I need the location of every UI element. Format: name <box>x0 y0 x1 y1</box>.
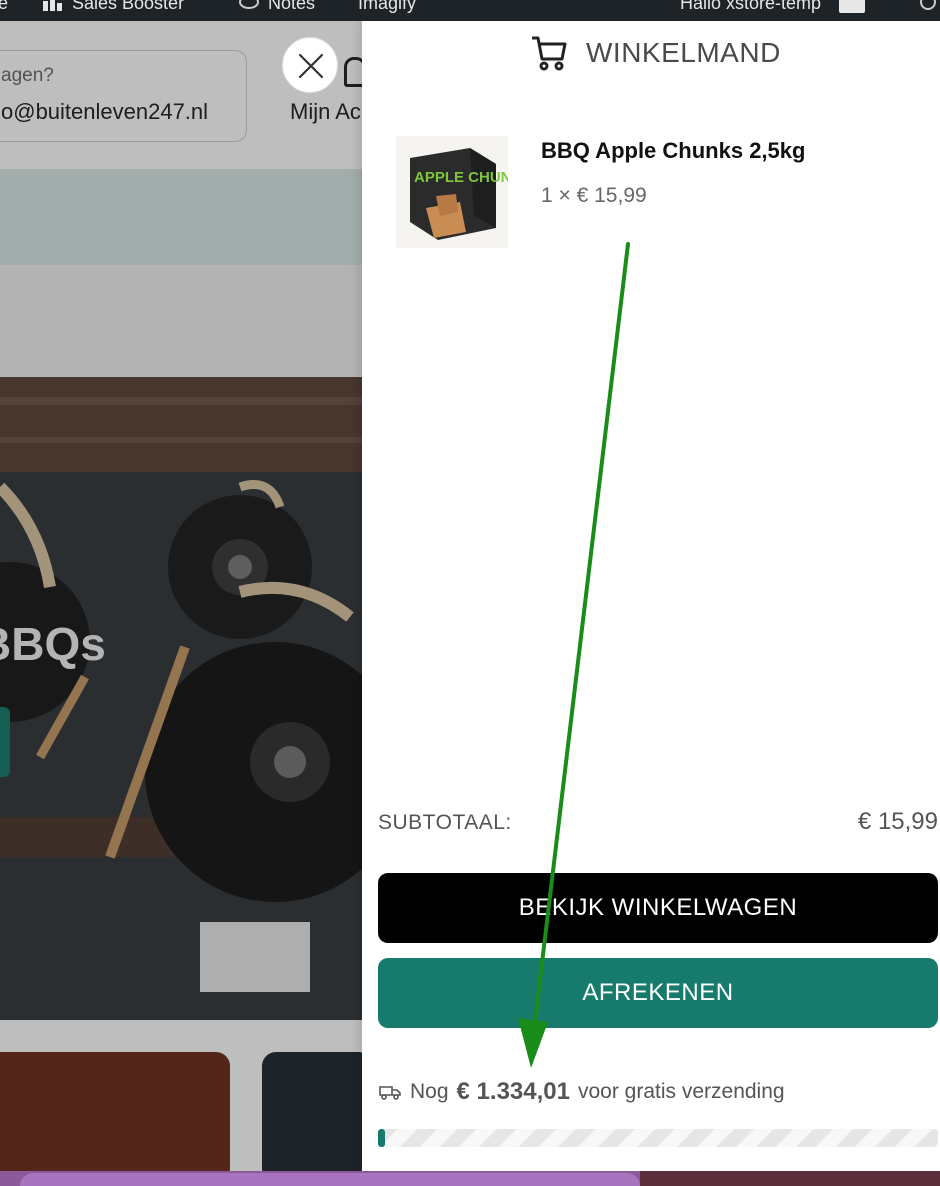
search-icon[interactable] <box>920 0 936 10</box>
speech-bubble-icon <box>239 0 259 9</box>
mini-cart-panel: WINKELMAND APPLE CHUNKS BBQ Apple Chunks… <box>362 21 940 1171</box>
subtotal-label: SUBTOTAAL: <box>378 811 512 834</box>
product-image-graphic: APPLE CHUNKS <box>396 136 508 248</box>
cart-icon <box>532 36 567 71</box>
avatar <box>839 0 866 13</box>
product-price: 1 × € 15,99 <box>541 184 647 207</box>
checkout-button[interactable]: AFREKENEN <box>378 958 938 1028</box>
cart-title: WINKELMAND <box>586 37 781 68</box>
admin-bar-account[interactable]: Hallo xstore-temp <box>680 0 866 14</box>
cart-header: WINKELMAND <box>530 35 781 71</box>
admin-bar-item-fragment[interactable]: e <box>0 0 8 14</box>
admin-bar: e Sales Booster Notes Imagify Hallo xsto… <box>0 0 940 21</box>
truck-icon <box>379 1086 401 1100</box>
close-icon <box>298 53 324 79</box>
admin-bar-notes[interactable]: Notes <box>238 0 315 14</box>
free-shipping-progress <box>378 1129 938 1147</box>
free-shipping-notice: Nog € 1.334,01 voor gratis verzending <box>378 1078 785 1106</box>
progress-fill <box>378 1129 385 1147</box>
close-cart-button[interactable] <box>282 37 338 93</box>
view-cart-button[interactable]: BEKIJK WINKELWAGEN <box>378 873 938 943</box>
taskbar-tab[interactable] <box>20 1173 640 1186</box>
bar-chart-icon <box>43 0 62 11</box>
product-image[interactable]: APPLE CHUNKS <box>396 136 508 248</box>
taskbar-area <box>640 1171 940 1186</box>
product-name[interactable]: BBQ Apple Chunks 2,5kg <box>541 138 805 164</box>
taskbar <box>0 1171 940 1186</box>
subtotal-value: € 15,99 <box>857 808 938 835</box>
page-overlay[interactable] <box>0 21 362 1171</box>
admin-bar-sales-booster[interactable]: Sales Booster <box>42 0 184 14</box>
admin-bar-imagify[interactable]: Imagify <box>358 0 416 14</box>
shipping-prefix: Nog <box>410 1080 449 1103</box>
shipping-suffix: voor gratis verzending <box>577 1080 785 1103</box>
svg-text:APPLE CHUNKS: APPLE CHUNKS <box>414 169 508 186</box>
shipping-amount: € 1.334,01 <box>456 1078 570 1105</box>
